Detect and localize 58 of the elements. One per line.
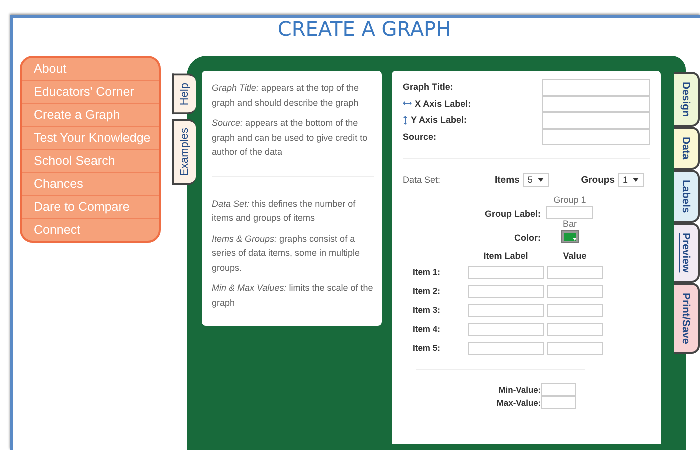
field-label: Max-Value: (496, 398, 542, 408)
side-tab[interactable]: Examples (172, 118, 196, 185)
side-tab[interactable]: Help (172, 74, 196, 115)
field-label: Items (495, 174, 520, 186)
field-label: Item 5: (413, 343, 442, 354)
caret-icon (573, 238, 577, 241)
input-field[interactable] (542, 112, 650, 128)
column-header: Item Label (482, 252, 530, 260)
caret-icon (633, 178, 639, 182)
input-field[interactable] (468, 304, 544, 317)
help-text: Min & Max Values: limits the scale of the graph (212, 282, 374, 310)
vertical-arrow-icon (403, 116, 408, 125)
column-header: Group 1 (552, 195, 588, 206)
field-label: Min-Value: (498, 384, 542, 394)
field-label: Source: (403, 132, 437, 142)
input-field[interactable] (468, 266, 544, 279)
page-title: CREATE A GRAPH (278, 18, 452, 43)
input-field[interactable] (547, 284, 603, 298)
side-tab[interactable]: Print/Save (674, 282, 700, 354)
dropdown[interactable]: 5 (522, 173, 549, 187)
field-label: Item 2: (413, 286, 442, 296)
field-label: X Axis Label: (415, 98, 472, 109)
input-field[interactable] (547, 322, 603, 336)
field-label: Graph Title: (403, 82, 454, 92)
field-label: Item 1: (413, 267, 442, 278)
help-text: Data Set: this defines the number of items and groups of items (212, 198, 357, 225)
input-field[interactable] (468, 322, 544, 336)
input-field[interactable] (541, 383, 576, 396)
input-field[interactable] (468, 284, 544, 298)
input-field[interactable] (541, 396, 576, 409)
color-picker[interactable] (561, 230, 579, 243)
input-field[interactable] (542, 79, 650, 96)
input-field[interactable] (547, 266, 603, 279)
input-field[interactable] (546, 206, 593, 219)
input-field[interactable] (547, 342, 603, 355)
dropdown[interactable]: 1 (618, 173, 644, 187)
field-label: Group Label: (485, 209, 541, 219)
input-field[interactable] (542, 128, 650, 145)
side-tab[interactable]: Data (674, 127, 700, 170)
field-label: Groups (581, 174, 615, 186)
field-label: Item 4: (413, 324, 442, 334)
field-label: Data Set: (403, 175, 442, 185)
caret-icon (538, 178, 544, 182)
field-label: Color: (514, 233, 541, 243)
field-label: Item 3: (413, 305, 442, 316)
field-label: Y Axis Label: (411, 115, 468, 126)
side-tab[interactable]: Design (674, 72, 700, 128)
side-tab[interactable]: Preview (674, 223, 700, 283)
input-field[interactable] (547, 304, 603, 317)
side-tab[interactable]: Labels (674, 170, 700, 224)
horizontal-arrow-icon (403, 101, 412, 106)
help-text: Items & Groups: graphs consist of a series of data items, some in multiple groups. (212, 232, 362, 275)
input-field[interactable] (468, 342, 544, 355)
help-text: Source: appears at the bottom of the graph and can be used to give credit to author of the data (212, 117, 369, 159)
series-label: Bar (562, 219, 578, 230)
help-text: Graph Title: appears at the top of the graph and should describe the graph (212, 82, 360, 110)
input-field[interactable] (542, 96, 650, 112)
column-header: Value (562, 252, 588, 260)
